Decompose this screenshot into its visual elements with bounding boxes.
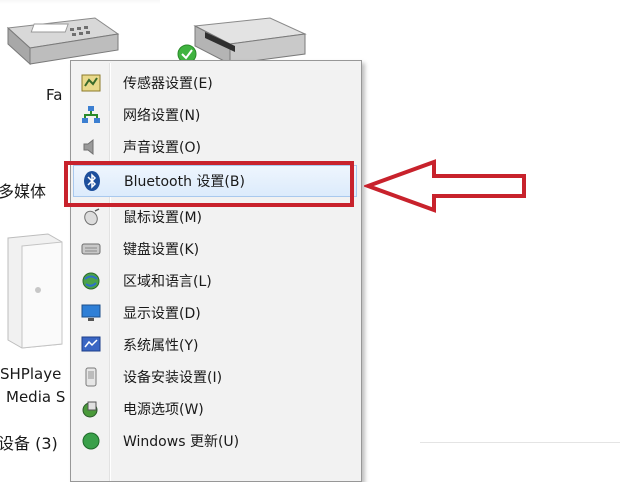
menu-item-label: 区域和语言(L) <box>123 274 212 290</box>
menu-item-label: Windows 更新(U) <box>123 434 240 450</box>
menu-item-label: 键盘设置(K) <box>123 242 200 258</box>
highlight-box <box>64 161 354 207</box>
menu-item-display-settings[interactable]: 显示设置(D) <box>73 297 357 329</box>
menu-item-windows-update[interactable]: Windows 更新(U) <box>73 425 357 457</box>
devices-section-heading: 设备 (3) <box>0 434 58 453</box>
region-language-icon <box>80 271 102 291</box>
context-menu: 传感器设置(E) 网络设置(N) 声音设置(O) Bluetooth 设置(B)… <box>70 60 362 482</box>
menu-item-label: 鼠标设置(M) <box>123 210 203 226</box>
sound-settings-icon <box>80 137 102 157</box>
mouse-settings-icon <box>80 207 102 227</box>
media-player-label-line2[interactable]: Media S <box>6 388 65 406</box>
keyboard-settings-icon <box>80 239 102 259</box>
menu-item-system-properties[interactable]: 系统属性(Y) <box>73 329 357 361</box>
sensor-settings-icon <box>80 73 102 93</box>
menu-item-label: 系统属性(Y) <box>123 338 199 354</box>
power-options-icon <box>80 399 102 419</box>
menu-item-label: 设备安装设置(I) <box>123 370 223 386</box>
menu-item-network-settings[interactable]: 网络设置(N) <box>73 99 357 131</box>
menu-item-device-install-settings[interactable]: 设备安装设置(I) <box>73 361 357 393</box>
display-settings-icon <box>80 303 102 323</box>
multimedia-section-heading: 多媒体 <box>0 182 47 201</box>
menu-item-label: 电源选项(W) <box>123 402 204 418</box>
section-divider <box>420 442 620 443</box>
windows-update-icon <box>80 431 102 451</box>
menu-item-keyboard-settings[interactable]: 键盘设置(K) <box>73 233 357 265</box>
menu-item-power-options[interactable]: 电源选项(W) <box>73 393 357 425</box>
menu-item-region-language[interactable]: 区域和语言(L) <box>73 265 357 297</box>
media-player-label-line1[interactable]: SHPlaye <box>0 365 61 383</box>
menu-item-label: 网络设置(N) <box>123 108 201 124</box>
media-player-device-icon[interactable] <box>4 232 64 350</box>
menu-item-label: 显示设置(D) <box>123 306 201 322</box>
top-partial-text <box>0 0 160 4</box>
fax-device-label[interactable]: Fa <box>46 86 62 104</box>
network-settings-icon <box>80 105 102 125</box>
system-properties-icon <box>80 335 102 355</box>
pointer-arrow-icon <box>364 159 526 213</box>
menu-item-label: 传感器设置(E) <box>123 76 213 92</box>
menu-item-label: 声音设置(O) <box>123 140 201 156</box>
menu-item-sensor-settings[interactable]: 传感器设置(E) <box>73 67 357 99</box>
device-install-icon <box>80 367 102 387</box>
menu-item-sound-settings[interactable]: 声音设置(O) <box>73 131 357 163</box>
